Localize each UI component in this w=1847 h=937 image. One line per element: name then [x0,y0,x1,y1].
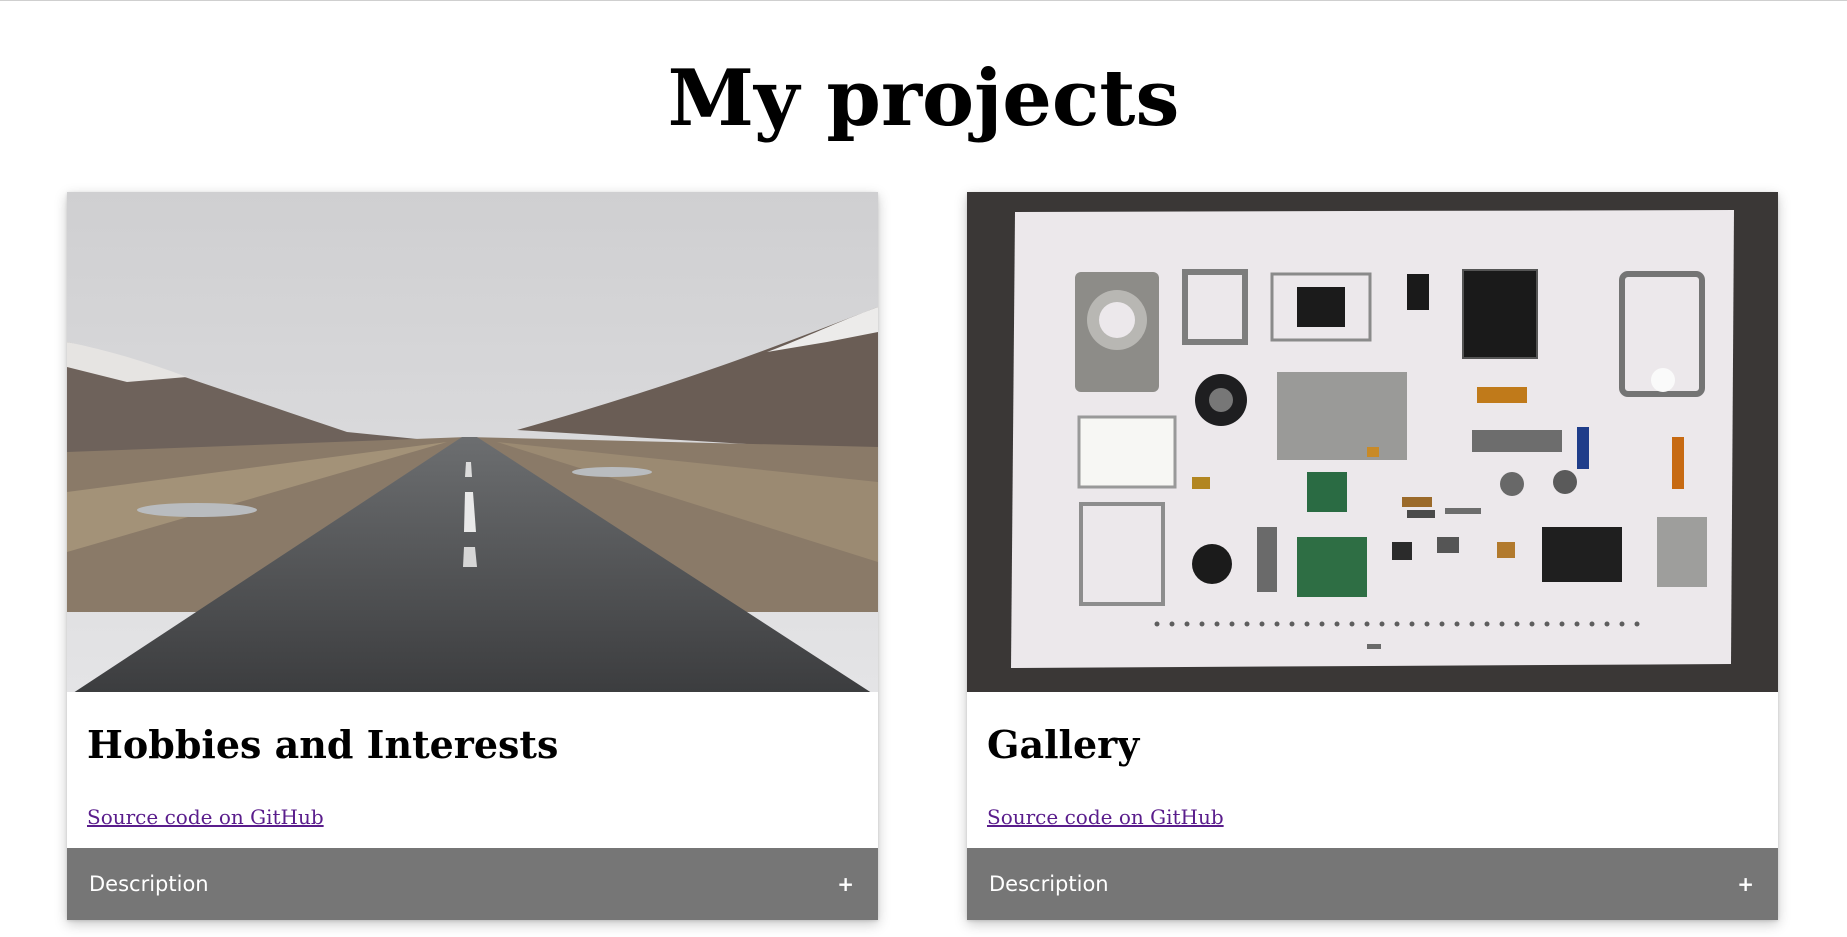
project-title: Hobbies and Interests [87,722,559,767]
plus-icon: + [837,872,854,896]
project-image-road [67,192,878,692]
github-link[interactable]: Source code on GitHub [87,804,324,830]
project-card-hobbies: Hobbies and Interests Source code on Git… [67,192,878,920]
project-title: Gallery [987,722,1140,767]
description-toggle[interactable]: Description + [67,848,878,920]
project-card-gallery: Gallery Source code on GitHub Descriptio… [967,192,1778,920]
description-toggle[interactable]: Description + [967,848,1778,920]
plus-icon: + [1737,872,1754,896]
page-title: My projects [667,53,1180,144]
description-label: Description [989,872,1109,896]
description-label: Description [89,872,209,896]
github-link[interactable]: Source code on GitHub [987,804,1224,830]
project-image-camera-parts [967,192,1778,692]
